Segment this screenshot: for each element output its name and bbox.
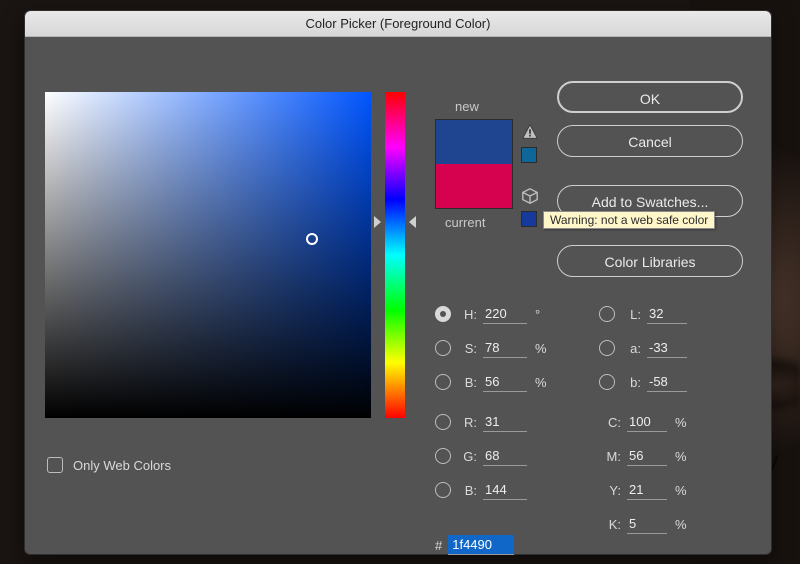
radio-a[interactable]	[599, 340, 615, 356]
input-lab-b[interactable]	[647, 372, 687, 392]
label-c: C:	[599, 415, 621, 430]
color-picker-dialog: Color Picker (Foreground Color) new curr…	[24, 10, 772, 555]
cancel-button[interactable]: Cancel	[557, 125, 743, 157]
radio-l[interactable]	[599, 306, 615, 322]
color-field-cursor	[306, 233, 318, 245]
radio-h[interactable]	[435, 306, 451, 322]
websafe-warning-swatch[interactable]	[521, 211, 537, 227]
label-h: H:	[457, 307, 477, 322]
input-rgb-b[interactable]	[483, 480, 527, 500]
radio-hsb-b[interactable]	[435, 374, 451, 390]
input-a[interactable]	[647, 338, 687, 358]
unit-c: %	[675, 415, 687, 430]
color-libraries-button[interactable]: Color Libraries	[557, 245, 743, 277]
input-hex[interactable]	[448, 535, 514, 555]
input-y[interactable]	[627, 480, 667, 500]
swatch-label-new: new	[455, 99, 479, 114]
label-r: R:	[457, 415, 477, 430]
label-hex: #	[435, 538, 442, 553]
input-c[interactable]	[627, 412, 667, 432]
label-a: a:	[621, 341, 641, 356]
unit-hsb-b: %	[535, 375, 547, 390]
only-web-colors-label: Only Web Colors	[73, 458, 171, 473]
input-r[interactable]	[483, 412, 527, 432]
input-s[interactable]	[483, 338, 527, 358]
radio-g[interactable]	[435, 448, 451, 464]
label-m: M:	[599, 449, 621, 464]
swatch-label-current: current	[445, 215, 485, 230]
gamut-warning-swatch[interactable]	[521, 147, 537, 163]
label-rgb-b: B:	[457, 483, 477, 498]
input-k[interactable]	[627, 514, 667, 534]
radio-lab-b[interactable]	[599, 374, 615, 390]
swatch-new-color[interactable]	[436, 120, 512, 164]
radio-s[interactable]	[435, 340, 451, 356]
hue-slider[interactable]	[385, 92, 405, 418]
websafe-tooltip: Warning: not a web safe color	[543, 211, 715, 229]
input-g[interactable]	[483, 446, 527, 466]
input-m[interactable]	[627, 446, 667, 466]
unit-m: %	[675, 449, 687, 464]
color-field[interactable]	[45, 92, 371, 418]
label-l: L:	[621, 307, 641, 322]
dialog-title: Color Picker (Foreground Color)	[25, 11, 771, 37]
radio-r[interactable]	[435, 414, 451, 430]
unit-y: %	[675, 483, 687, 498]
input-h[interactable]	[483, 304, 527, 324]
unit-k: %	[675, 517, 687, 532]
unit-h: °	[535, 307, 540, 322]
color-swatch	[435, 119, 513, 209]
label-k: K:	[599, 517, 621, 532]
swatch-current-color[interactable]	[436, 164, 512, 208]
input-hsb-b[interactable]	[483, 372, 527, 392]
label-s: S:	[457, 341, 477, 356]
ok-button[interactable]: OK	[557, 81, 743, 113]
label-g: G:	[457, 449, 477, 464]
input-l[interactable]	[647, 304, 687, 324]
label-lab-b: b:	[621, 375, 641, 390]
radio-rgb-b[interactable]	[435, 482, 451, 498]
websafe-warning-icon[interactable]	[521, 187, 539, 205]
label-hsb-b: B:	[457, 375, 477, 390]
gamut-warning-icon[interactable]	[521, 123, 539, 141]
unit-s: %	[535, 341, 547, 356]
only-web-colors-checkbox[interactable]	[47, 457, 63, 473]
label-y: Y:	[599, 483, 621, 498]
